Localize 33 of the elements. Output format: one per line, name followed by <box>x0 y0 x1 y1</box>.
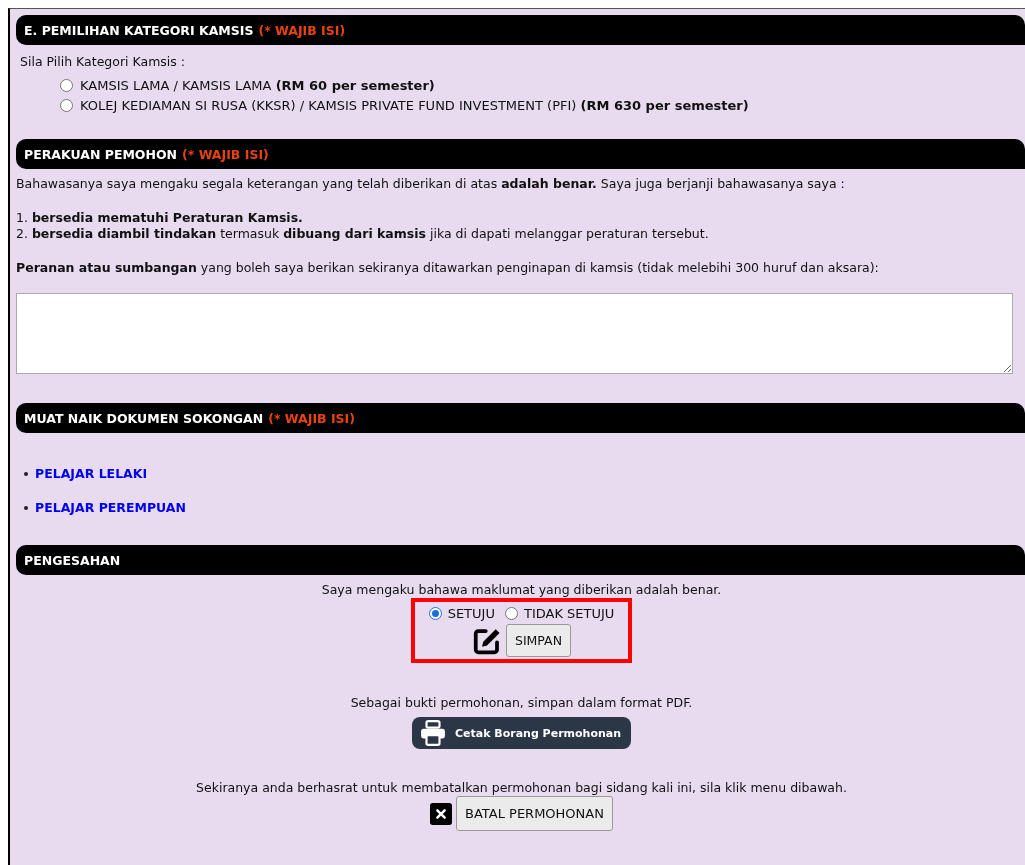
required-note: (* WAJIB ISI) <box>258 22 346 38</box>
save-button[interactable]: SIMPAN <box>505 624 571 657</box>
section-title: E. PEMILIHAN KATEGORI KAMSIS <box>24 22 254 38</box>
radio-button[interactable] <box>60 99 73 112</box>
section-title: MUAT NAIK DOKUMEN SOKONGAN <box>24 410 264 426</box>
question-text: Peranan atau sumbangan yang boleh saya berikan sekiranya ditawarkan penginapan di kamsis (tidak melebihi 300 huruf dan aksara): <box>16 260 880 276</box>
option-label: KOLEJ KEDIAMAN SI RUSA (KKSR) / KAMSIS PRIVATE FUND INVESTMENT (PFI) (RM 630 per semester) <box>80 98 749 113</box>
radio-button[interactable] <box>504 607 518 620</box>
section-title: PERAKUAN PEMOHON <box>24 146 178 162</box>
print-button[interactable]: Cetak Borang Permohonan <box>411 717 632 749</box>
bullet-icon <box>24 471 28 476</box>
choice-label: SETUJU <box>447 606 495 621</box>
list-item: 1. bersedia mematuhi Peraturan Kamsis. <box>16 210 304 226</box>
document-link[interactable]: PELAJAR LELAKI <box>35 466 148 481</box>
bullet-icon <box>24 505 28 510</box>
required-note: (* WAJIB ISI) <box>182 146 269 162</box>
required-note: (* WAJIB ISI) <box>268 410 355 426</box>
confirmation-text: Saya mengaku bahawa maklumat yang diberikan adalah benar. <box>321 582 722 598</box>
section-title: PENGESAHAN <box>24 552 121 568</box>
printer-icon <box>419 720 446 746</box>
radio-button[interactable] <box>60 79 73 92</box>
radio-button[interactable] <box>428 607 442 620</box>
choice-label: TIDAK SETUJU <box>523 606 615 621</box>
close-icon <box>430 802 453 825</box>
print-note: Sebagai bukti permohonan, simpan dalam format PDF. <box>350 695 693 711</box>
cancel-button[interactable]: BATAL PERMOHONAN <box>456 796 613 831</box>
prompt-text: Sila Pilih Kategori Kamsis : <box>20 54 186 69</box>
answer-box[interactable] <box>16 293 1013 374</box>
list-item: 2. bersedia diambil tindakan termasuk dibuang dari kamsis jika di dapati melanggar peraturan tersebut. <box>16 226 710 242</box>
document-link[interactable]: PELAJAR PEREMPUAN <box>35 500 186 515</box>
option-label: KAMSIS LAMA / KAMSIS LAMA (RM 60 per semester) <box>80 78 435 93</box>
cancel-note: Sekiranya anda berhasrat untuk membatalkan permohonan bagi sidang kali ini, sila klik menu dibawah. <box>196 780 847 796</box>
statement-text: Bahawasanya saya mengaku segala keterangan yang telah diberikan di atas adalah benar. Saya juga berjanji bahawasanya saya : <box>16 176 846 192</box>
